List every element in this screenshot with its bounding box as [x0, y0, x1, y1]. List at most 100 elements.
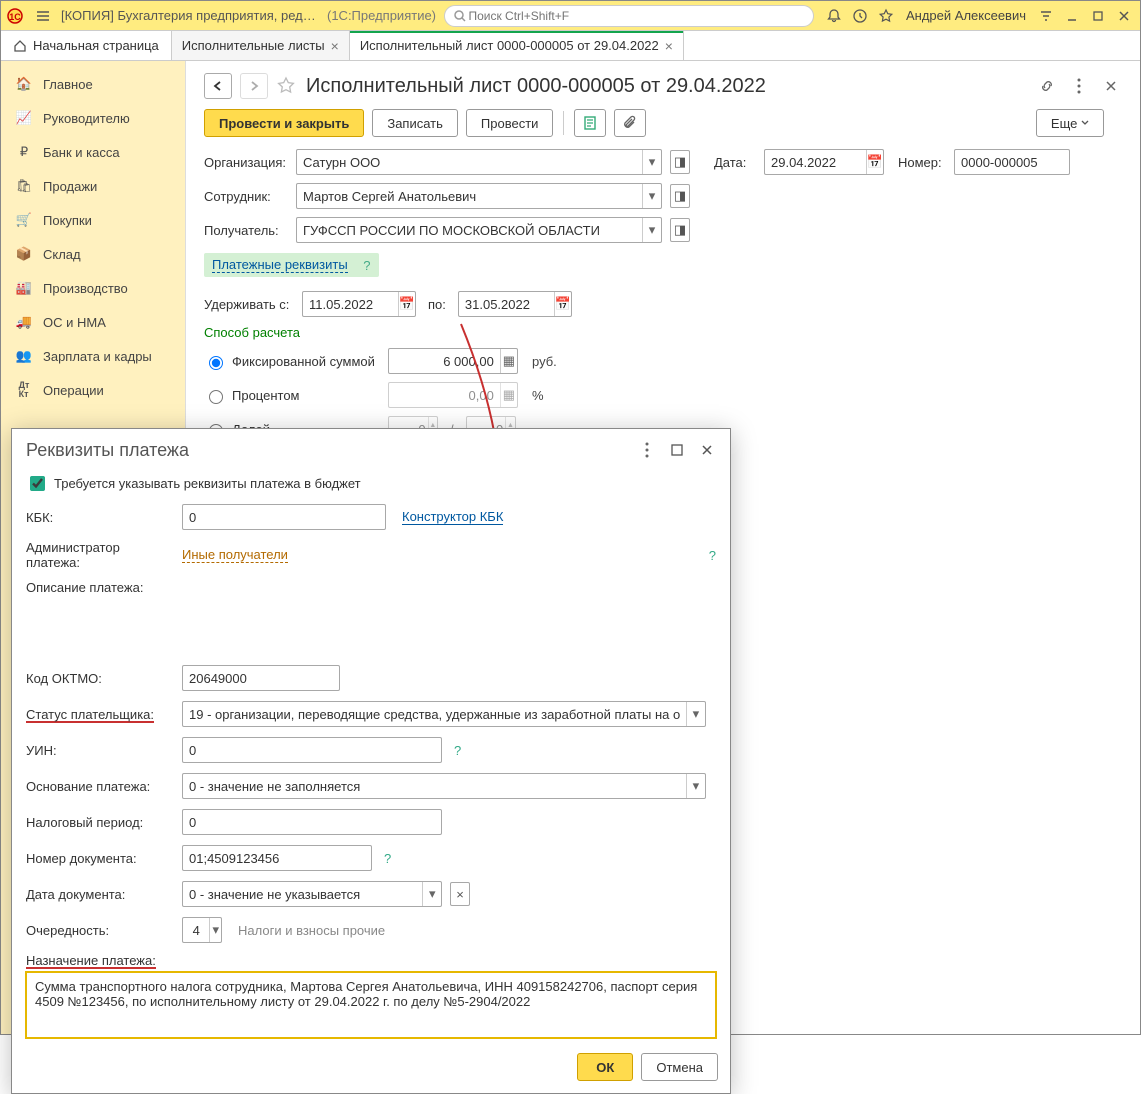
admin-value-link[interactable]: Иные получатели	[182, 547, 288, 563]
minimize-icon[interactable]	[1060, 4, 1084, 28]
sidebar-item-salary[interactable]: 👥Зарплата и кадры	[1, 339, 185, 373]
status-field[interactable]: ▾	[182, 701, 706, 727]
chevron-down-icon[interactable]: ▾	[686, 702, 705, 726]
period-field[interactable]	[182, 809, 442, 835]
basis-input[interactable]	[183, 774, 686, 798]
org-input[interactable]	[297, 150, 642, 174]
search-box[interactable]	[444, 5, 814, 27]
hold-to-input[interactable]	[459, 292, 554, 316]
write-button[interactable]: Записать	[372, 109, 458, 137]
oktmo-input[interactable]	[183, 666, 339, 690]
number-field[interactable]	[954, 149, 1070, 175]
tab-exec-sheet[interactable]: Исполнительный лист 0000-000005 от 29.04…	[350, 31, 684, 60]
close-app-icon[interactable]	[1112, 4, 1136, 28]
calculator-icon[interactable]: ▦	[500, 349, 517, 373]
report-button[interactable]	[574, 109, 606, 137]
calendar-icon[interactable]: 📅	[554, 292, 571, 316]
percent-input[interactable]	[389, 383, 500, 407]
bell-icon[interactable]	[822, 4, 846, 28]
sidebar-item-sales[interactable]: 🛍Продажи	[1, 169, 185, 203]
close-panel-icon[interactable]	[1100, 75, 1122, 97]
hold-to-field[interactable]: 📅	[458, 291, 572, 317]
calendar-icon[interactable]: 📅	[866, 150, 883, 174]
hold-from-input[interactable]	[303, 292, 398, 316]
chevron-down-icon[interactable]: ▾	[642, 218, 661, 242]
docnum-input[interactable]	[183, 846, 371, 870]
employee-field[interactable]: ▾	[296, 183, 662, 209]
number-input[interactable]	[955, 150, 1069, 174]
sidebar-item-manager[interactable]: 📈Руководителю	[1, 101, 185, 135]
user-name[interactable]: Андрей Алексеевич	[906, 8, 1026, 23]
tab-close-icon[interactable]: ×	[331, 39, 339, 53]
docdate-field[interactable]: ▾	[182, 881, 442, 907]
kebab-icon[interactable]	[636, 439, 658, 461]
kbk-input[interactable]	[183, 505, 385, 529]
kbk-constructor-link[interactable]: Конструктор КБК	[402, 509, 503, 525]
sidebar-item-purchases[interactable]: 🛒Покупки	[1, 203, 185, 237]
help-icon[interactable]: ?	[454, 743, 461, 758]
calendar-icon[interactable]: 📅	[398, 292, 415, 316]
cancel-button[interactable]: Отмена	[641, 1053, 718, 1081]
sidebar-item-bank[interactable]: ₽Банк и касса	[1, 135, 185, 169]
post-and-close-button[interactable]: Провести и закрыть	[204, 109, 364, 137]
more-button[interactable]: Еще	[1036, 109, 1104, 137]
sidebar-item-warehouse[interactable]: 📦Склад	[1, 237, 185, 271]
tab-exec-lists[interactable]: Исполнительные листы ×	[172, 31, 350, 60]
budget-checkbox[interactable]	[30, 476, 45, 491]
search-input[interactable]	[466, 8, 805, 24]
tab-close-icon[interactable]: ×	[665, 39, 673, 53]
radio-fixed[interactable]	[209, 356, 223, 370]
star-icon[interactable]	[874, 4, 898, 28]
open-ref-icon[interactable]: ◨	[670, 218, 690, 242]
employee-input[interactable]	[297, 184, 642, 208]
basis-field[interactable]: ▾	[182, 773, 706, 799]
uin-field[interactable]	[182, 737, 442, 763]
date-field[interactable]: 📅	[764, 149, 884, 175]
sidebar-item-main[interactable]: 🏠Главное	[1, 67, 185, 101]
kebab-icon[interactable]	[1068, 75, 1090, 97]
home-tab[interactable]: Начальная страница	[1, 31, 172, 60]
help-icon[interactable]: ?	[384, 851, 391, 866]
hamburger-icon[interactable]	[31, 4, 55, 28]
chevron-down-icon[interactable]: ▾	[642, 184, 661, 208]
kbk-field[interactable]	[182, 504, 386, 530]
post-button[interactable]: Провести	[466, 109, 554, 137]
order-input[interactable]	[183, 918, 209, 942]
period-input[interactable]	[183, 810, 441, 834]
status-input[interactable]	[183, 702, 686, 726]
nav-back-button[interactable]	[204, 73, 232, 99]
percent-field[interactable]: ▦	[388, 382, 518, 408]
radio-percent[interactable]	[209, 390, 223, 404]
open-ref-icon[interactable]: ◨	[670, 184, 690, 208]
clear-icon[interactable]: ×	[450, 882, 470, 906]
settings-lines-icon[interactable]	[1034, 4, 1058, 28]
order-field[interactable]: ▾	[182, 917, 222, 943]
fixed-amount-input[interactable]	[389, 349, 500, 373]
sidebar-item-production[interactable]: 🏭Производство	[1, 271, 185, 305]
help-icon[interactable]: ?	[709, 548, 716, 563]
org-field[interactable]: ▾	[296, 149, 662, 175]
help-icon[interactable]: ?	[363, 258, 370, 273]
fixed-amount-field[interactable]: ▦	[388, 348, 518, 374]
sidebar-item-operations[interactable]: ДтКтОперации	[1, 373, 185, 407]
date-input[interactable]	[765, 150, 866, 174]
maximize-icon[interactable]	[666, 439, 688, 461]
history-icon[interactable]	[848, 4, 872, 28]
nav-forward-button[interactable]	[240, 73, 268, 99]
maximize-icon[interactable]	[1086, 4, 1110, 28]
calculator-icon[interactable]: ▦	[500, 383, 517, 407]
star-outline-icon[interactable]	[276, 76, 296, 96]
payee-input[interactable]	[297, 218, 642, 242]
payment-req-link[interactable]: Платежные реквизиты	[212, 257, 348, 273]
chevron-down-icon[interactable]: ▾	[209, 918, 221, 942]
chevron-down-icon[interactable]: ▾	[642, 150, 661, 174]
open-ref-icon[interactable]: ◨	[670, 150, 690, 174]
chevron-down-icon[interactable]: ▾	[422, 882, 441, 906]
hold-from-field[interactable]: 📅	[302, 291, 416, 317]
docdate-input[interactable]	[183, 882, 422, 906]
chevron-down-icon[interactable]: ▾	[686, 774, 705, 798]
link-icon[interactable]	[1036, 75, 1058, 97]
oktmo-field[interactable]	[182, 665, 340, 691]
close-dialog-icon[interactable]	[696, 439, 718, 461]
uin-input[interactable]	[183, 738, 441, 762]
